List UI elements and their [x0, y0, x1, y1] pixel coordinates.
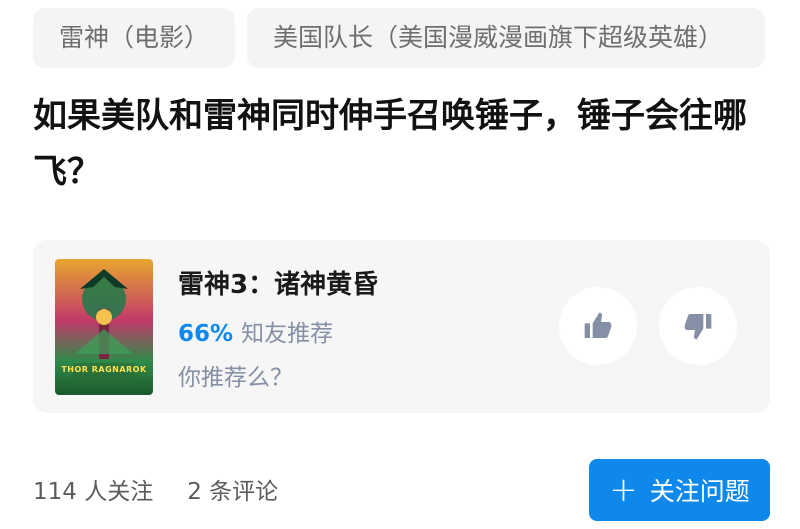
- topic-tag-thor-movie[interactable]: 雷神（电影）: [33, 8, 236, 68]
- downvote-button[interactable]: [659, 287, 737, 365]
- comment-count-link[interactable]: 2 条评论: [187, 479, 278, 505]
- upvote-button[interactable]: [559, 287, 637, 365]
- recommend-prompt: 你推荐么？: [178, 365, 293, 391]
- movie-poster[interactable]: THOR RAGNAROK: [55, 259, 153, 395]
- recommend-percent: 66%: [178, 321, 234, 347]
- follow-button-label: 关注问题: [649, 477, 750, 506]
- follow-question-button[interactable]: + 关注问题: [589, 459, 770, 521]
- poster-image: [55, 259, 153, 395]
- question-meta: 114 人关注 2 条评论: [33, 472, 312, 506]
- question-title: 如果美队和雷神同时伸手召唤锤子，锤子会往哪飞？: [33, 96, 747, 192]
- plus-icon: +: [609, 470, 638, 510]
- thumb-down-icon: [684, 314, 712, 340]
- thumb-up-icon: [584, 312, 612, 338]
- topic-tags: 雷神（电影） 美国队长（美国漫威漫画旗下超级英雄）: [33, 8, 766, 68]
- poster-text: THOR RAGNAROK: [61, 365, 147, 374]
- follower-count: 114 人关注: [33, 479, 154, 505]
- topic-tag-captain-america[interactable]: 美国队长（美国漫威漫画旗下超级英雄）: [247, 8, 766, 68]
- movie-title[interactable]: 雷神3：诸神黄昏: [178, 264, 378, 301]
- recommend-rating: 66% 知友推荐: [178, 314, 333, 348]
- movie-card[interactable]: THOR RAGNAROK 雷神3：诸神黄昏 66% 知友推荐 你推荐么？: [33, 240, 770, 413]
- recommend-label: 知友推荐: [241, 321, 334, 347]
